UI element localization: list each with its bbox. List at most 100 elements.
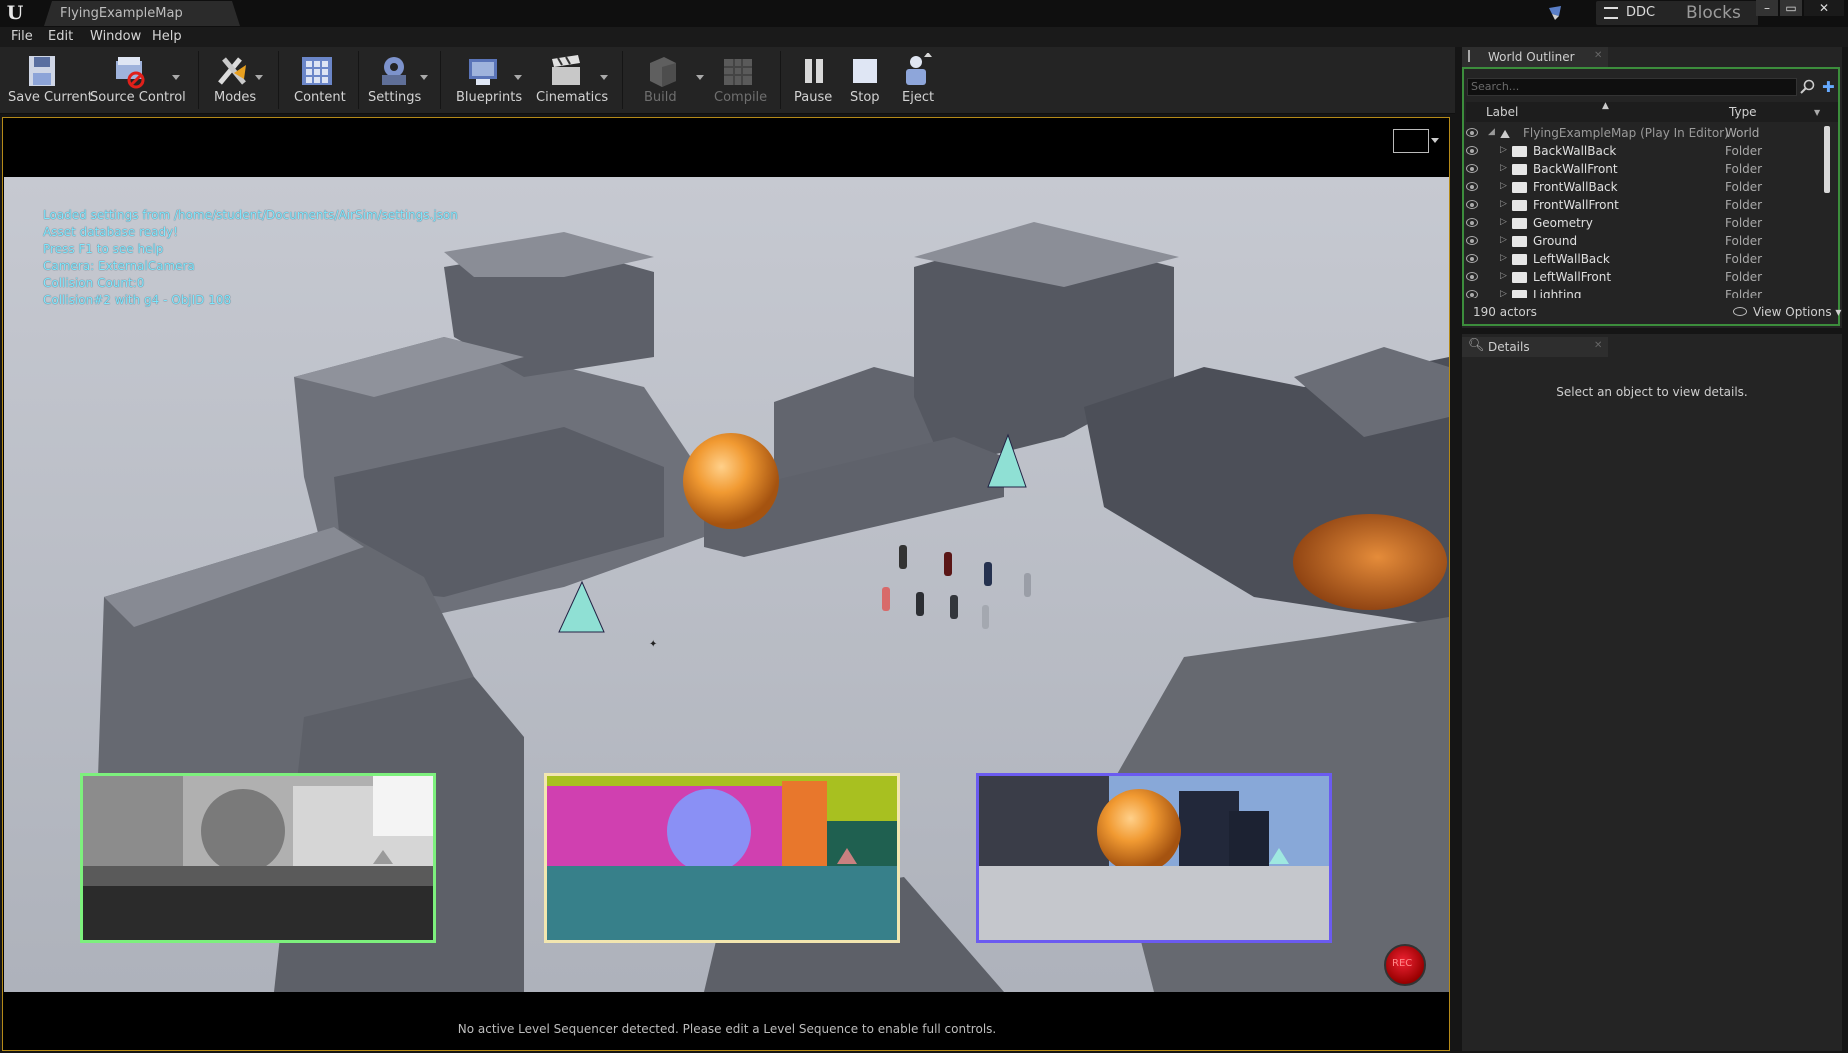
row-name: BackWallBack (1533, 144, 1617, 158)
visibility-eye-icon[interactable] (1466, 254, 1478, 263)
visibility-eye-icon[interactable] (1466, 272, 1478, 281)
viewport-layout-icon[interactable] (1393, 129, 1429, 153)
expand-arrow-icon[interactable]: ▷ (1500, 199, 1507, 209)
cinematics-button[interactable]: Cinematics (534, 47, 614, 113)
column-label[interactable]: Label (1486, 105, 1518, 119)
stop-label: Stop (850, 90, 880, 105)
maximize-button[interactable]: ▭ (1780, 0, 1802, 16)
close-tab-icon[interactable]: ✕ (1594, 50, 1602, 61)
source-control-dropdown-icon[interactable] (172, 75, 180, 80)
row-type: Folder (1725, 234, 1763, 248)
close-button[interactable]: ✕ (1804, 0, 1844, 16)
outliner-row-folder[interactable]: ▷ FrontWallBack Folder (1466, 179, 1826, 197)
visibility-eye-icon[interactable] (1466, 290, 1478, 298)
content-button[interactable]: Content (284, 47, 352, 113)
record-button[interactable]: REC (1384, 944, 1426, 986)
outliner-column-header: Label ▲ Type ▼ (1466, 101, 1838, 122)
pause-button[interactable]: Pause (790, 47, 836, 113)
build-icon (650, 57, 676, 87)
toolbar-separator (278, 51, 279, 109)
view-options-button[interactable]: View Options ▾ (1753, 305, 1841, 319)
airsim-hud-messages: Loaded settings from /home/student/Docum… (43, 207, 458, 309)
visibility-eye-icon[interactable] (1466, 146, 1478, 155)
depth-subwindow (80, 773, 436, 943)
menu-help[interactable]: Help (152, 29, 182, 44)
stop-button[interactable]: Stop (844, 47, 884, 113)
visibility-eye-icon[interactable] (1466, 182, 1478, 191)
visibility-eye-icon[interactable] (1466, 218, 1478, 227)
outliner-row-world[interactable]: ◢ ⛰ FlyingExampleMap (Play In Editor) Wo… (1466, 125, 1826, 143)
settings-dropdown-icon[interactable] (420, 75, 428, 80)
menu-window[interactable]: Window (90, 29, 141, 44)
expand-arrow-icon[interactable]: ▷ (1500, 217, 1507, 227)
minimize-button[interactable]: – (1756, 0, 1778, 16)
expand-arrow-icon[interactable]: ▷ (1500, 145, 1507, 155)
build-button[interactable]: Build (636, 47, 704, 113)
expand-arrow-icon[interactable]: ▷ (1500, 271, 1507, 281)
save-current-button[interactable]: Save Current (0, 47, 93, 113)
blueprints-dropdown-icon[interactable] (514, 75, 522, 80)
viewport-options-dropdown-icon[interactable] (1431, 138, 1439, 143)
expand-arrow-icon[interactable]: ▷ (1500, 289, 1507, 298)
column-dropdown-icon[interactable]: ▼ (1814, 108, 1820, 117)
source-control-status-icon[interactable] (1546, 4, 1564, 22)
blueprints-icon (469, 59, 497, 85)
view-options-label: View Options (1753, 305, 1832, 319)
search-icon[interactable] (1800, 79, 1816, 95)
project-button[interactable]: Blocks (1674, 1, 1758, 25)
outliner-row-folder[interactable]: ▷ Lighting Folder (1466, 287, 1826, 298)
row-type: Folder (1725, 162, 1763, 176)
pause-icon (805, 59, 823, 83)
row-type: World (1725, 126, 1760, 140)
cinematics-dropdown-icon[interactable] (600, 75, 608, 80)
outliner-row-folder[interactable]: ▷ LeftWallBack Folder (1466, 251, 1826, 269)
row-type: Folder (1725, 270, 1763, 284)
toolbar-separator (358, 51, 359, 109)
menu-edit[interactable]: Edit (48, 29, 73, 44)
visibility-eye-icon[interactable] (1466, 128, 1478, 137)
compile-button[interactable]: Compile (708, 47, 778, 113)
stop-icon (853, 59, 877, 83)
close-tab-icon[interactable]: ✕ (1594, 340, 1602, 351)
outliner-row-folder[interactable]: ▷ Geometry Folder (1466, 215, 1826, 233)
world-icon: ⛰ (1500, 127, 1511, 141)
collapse-arrow-icon[interactable]: ◢ (1488, 127, 1495, 137)
eject-button[interactable]: Eject (894, 47, 938, 113)
details-empty-message: Select an object to view details. (1556, 385, 1748, 399)
expand-arrow-icon[interactable]: ▷ (1500, 235, 1507, 245)
modes-dropdown-icon[interactable] (255, 75, 263, 80)
source-control-button[interactable]: Source Control (86, 47, 186, 113)
expand-arrow-icon[interactable]: ▷ (1500, 163, 1507, 173)
settings-button[interactable]: Settings (364, 47, 436, 113)
outliner-row-folder[interactable]: ▷ Ground Folder (1466, 233, 1826, 251)
visibility-eye-icon[interactable] (1466, 236, 1478, 245)
level-viewport[interactable]: ✦ Loaded settings from /home/student/Doc… (2, 117, 1450, 1051)
expand-arrow-icon[interactable]: ▷ (1500, 253, 1507, 263)
folder-icon (1512, 290, 1527, 298)
blueprints-button[interactable]: Blueprints (452, 47, 532, 113)
folder-icon (1512, 254, 1527, 265)
outliner-row-folder[interactable]: ▷ BackWallFront Folder (1466, 161, 1826, 179)
row-name: FrontWallFront (1533, 198, 1619, 212)
modes-icon (218, 57, 246, 85)
document-tab[interactable]: FlyingExampleMap (44, 1, 240, 26)
toolbar-separator (622, 51, 623, 109)
tab-world-outliner[interactable]: World Outliner ✕ (1462, 47, 1608, 67)
menu-file[interactable]: File (11, 29, 33, 44)
tab-details[interactable]: 🔍︎ Details ✕ (1462, 337, 1608, 357)
outliner-row-folder[interactable]: ▷ BackWallBack Folder (1466, 143, 1826, 161)
modes-button[interactable]: Modes (205, 47, 271, 113)
column-type[interactable]: Type (1729, 105, 1757, 119)
unreal-logo-icon: U (6, 2, 24, 24)
ddc-button[interactable]: DDC (1596, 1, 1676, 25)
outliner-scrollbar[interactable] (1824, 126, 1830, 193)
expand-arrow-icon[interactable]: ▷ (1500, 181, 1507, 191)
row-type: Folder (1725, 216, 1763, 230)
build-dropdown-icon[interactable] (696, 75, 704, 80)
add-folder-icon[interactable]: ✚ (1822, 78, 1840, 96)
visibility-eye-icon[interactable] (1466, 200, 1478, 209)
outliner-row-folder[interactable]: ▷ FrontWallFront Folder (1466, 197, 1826, 215)
visibility-eye-icon[interactable] (1466, 164, 1478, 173)
outliner-row-folder[interactable]: ▷ LeftWallFront Folder (1466, 269, 1826, 287)
sequencer-status-message: No active Level Sequencer detected. Plea… (457, 1022, 997, 1036)
